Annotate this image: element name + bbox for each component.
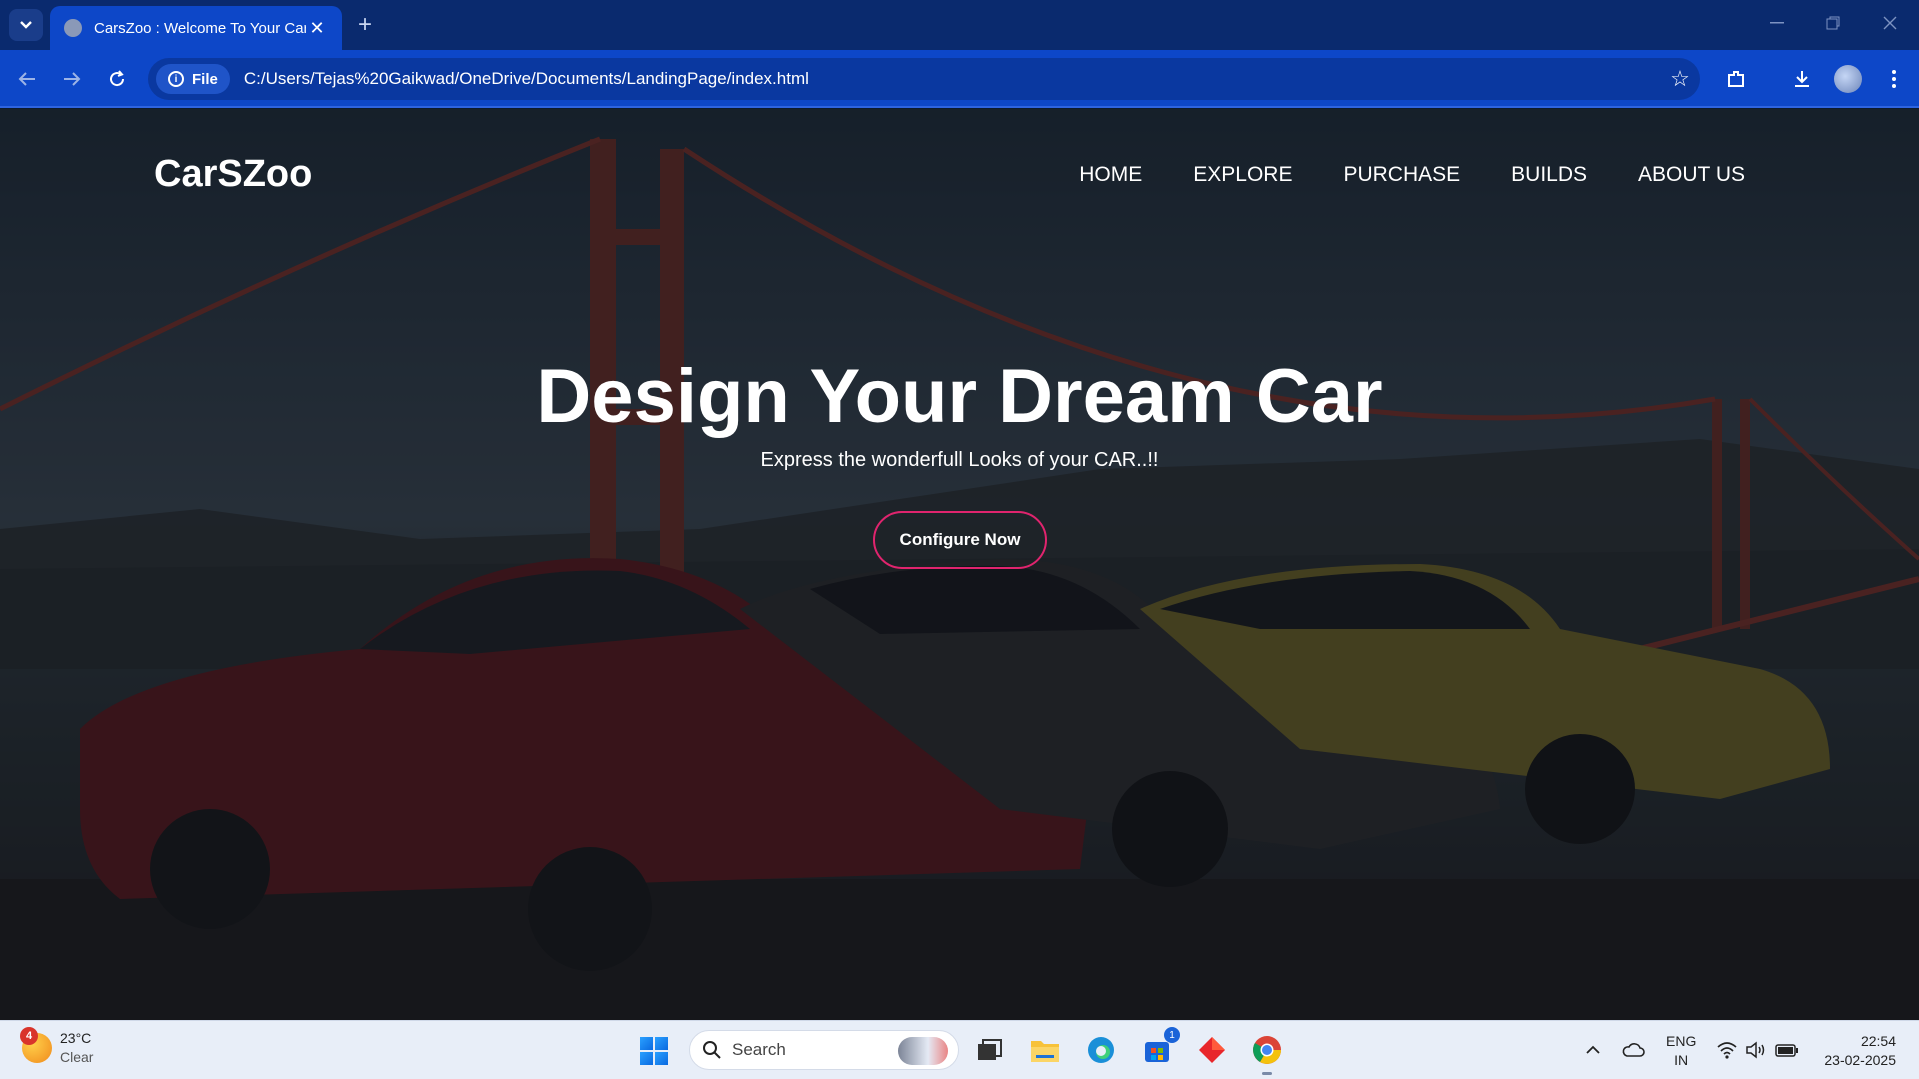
diamond-app-icon[interactable] [1195, 1033, 1229, 1067]
tab-list-icon [20, 21, 32, 29]
search-placeholder: Search [732, 1040, 786, 1059]
info-icon: i [168, 71, 184, 87]
taskbar: 4 23°C Clear Search 1 ENG IN 22:54 23-02… [0, 1020, 1919, 1079]
extensions-icon[interactable] [1721, 64, 1751, 94]
language-secondary: IN [1674, 1052, 1689, 1068]
battery-icon[interactable] [1770, 1033, 1804, 1067]
weather-condition: Clear [60, 1049, 94, 1065]
menu-icon[interactable] [1879, 64, 1909, 94]
tab-title: CarsZoo : Welcome To Your Car [94, 19, 306, 37]
download-icon[interactable] [1787, 64, 1817, 94]
plus-icon[interactable]: + [350, 10, 380, 40]
system-clock[interactable]: 22:54 23-02-2025 [1812, 1032, 1896, 1070]
nav-builds[interactable]: BUILDS [1511, 163, 1587, 187]
reload-icon[interactable] [102, 64, 132, 94]
close-icon[interactable]: ✕ [306, 17, 328, 39]
configure-now-button[interactable]: Configure Now [873, 511, 1047, 569]
chrome-icon[interactable] [1250, 1033, 1284, 1075]
search-icon [703, 1041, 721, 1059]
store-icon[interactable]: 1 [1140, 1027, 1180, 1067]
search-highlight-image [898, 1037, 948, 1065]
restore-icon[interactable] [1813, 8, 1853, 38]
weather-temperature: 23°C [60, 1030, 92, 1046]
hero-subtitle: Express the wonderfull Looks of your CAR… [760, 449, 1159, 471]
weather-icon: 4 [20, 1027, 52, 1063]
site-nav: HOME EXPLORE PURCHASE BUILDS ABOUT US [1079, 163, 1745, 187]
nav-about-us[interactable]: ABOUT US [1638, 163, 1745, 187]
url-text[interactable]: C:/Users/Tejas%20Gaikwad/OneDrive/Docume… [244, 69, 1660, 89]
weather-badge: 4 [20, 1027, 38, 1045]
address-bar[interactable]: i File C:/Users/Tejas%20Gaikwad/OneDrive… [148, 58, 1700, 100]
hero-title: Design Your Dream Car [536, 354, 1383, 439]
chevron-up-icon[interactable] [1576, 1033, 1610, 1067]
browser-tab-bar: CarsZoo : Welcome To Your Car ✕ + [0, 0, 1919, 50]
favicon-icon [64, 19, 82, 37]
task-view-icon[interactable] [972, 1033, 1006, 1067]
language-indicator[interactable]: ENG IN [1666, 1032, 1696, 1070]
clock-date: 23-02-2025 [1824, 1052, 1896, 1068]
windows-start-icon[interactable] [640, 1037, 668, 1065]
language-primary: ENG [1666, 1033, 1697, 1049]
store-badge: 1 [1164, 1027, 1180, 1043]
weather-widget[interactable]: 4 23°C Clear [20, 1027, 94, 1067]
edge-icon[interactable] [1084, 1033, 1118, 1067]
onedrive-cloud-icon[interactable] [1616, 1033, 1650, 1067]
nav-purchase[interactable]: PURCHASE [1343, 163, 1460, 187]
file-explorer-icon[interactable] [1028, 1033, 1062, 1067]
window-close-icon[interactable] [1870, 8, 1910, 38]
minimize-icon[interactable] [1757, 8, 1797, 38]
site-logo[interactable]: CarSZoo [154, 153, 312, 196]
browser-tab-active[interactable]: CarsZoo : Welcome To Your Car ✕ [50, 6, 342, 50]
star-icon[interactable]: ☆ [1660, 66, 1700, 92]
active-indicator [1262, 1072, 1272, 1075]
nav-explore[interactable]: EXPLORE [1193, 163, 1292, 187]
taskbar-search[interactable]: Search [689, 1030, 959, 1070]
forward-icon[interactable] [57, 64, 87, 94]
browser-toolbar: i File C:/Users/Tejas%20Gaikwad/OneDrive… [0, 50, 1919, 108]
nav-home[interactable]: HOME [1079, 163, 1142, 187]
tab-list-button[interactable] [9, 9, 43, 41]
file-chip-label: File [192, 70, 218, 88]
site-info-chip[interactable]: i File [156, 64, 230, 94]
avatar[interactable] [1834, 65, 1862, 93]
clock-time: 22:54 [1860, 1033, 1896, 1049]
back-icon[interactable] [12, 64, 42, 94]
volume-icon[interactable] [1739, 1033, 1773, 1067]
page-viewport: CarSZoo HOME EXPLORE PURCHASE BUILDS ABO… [0, 109, 1919, 1020]
